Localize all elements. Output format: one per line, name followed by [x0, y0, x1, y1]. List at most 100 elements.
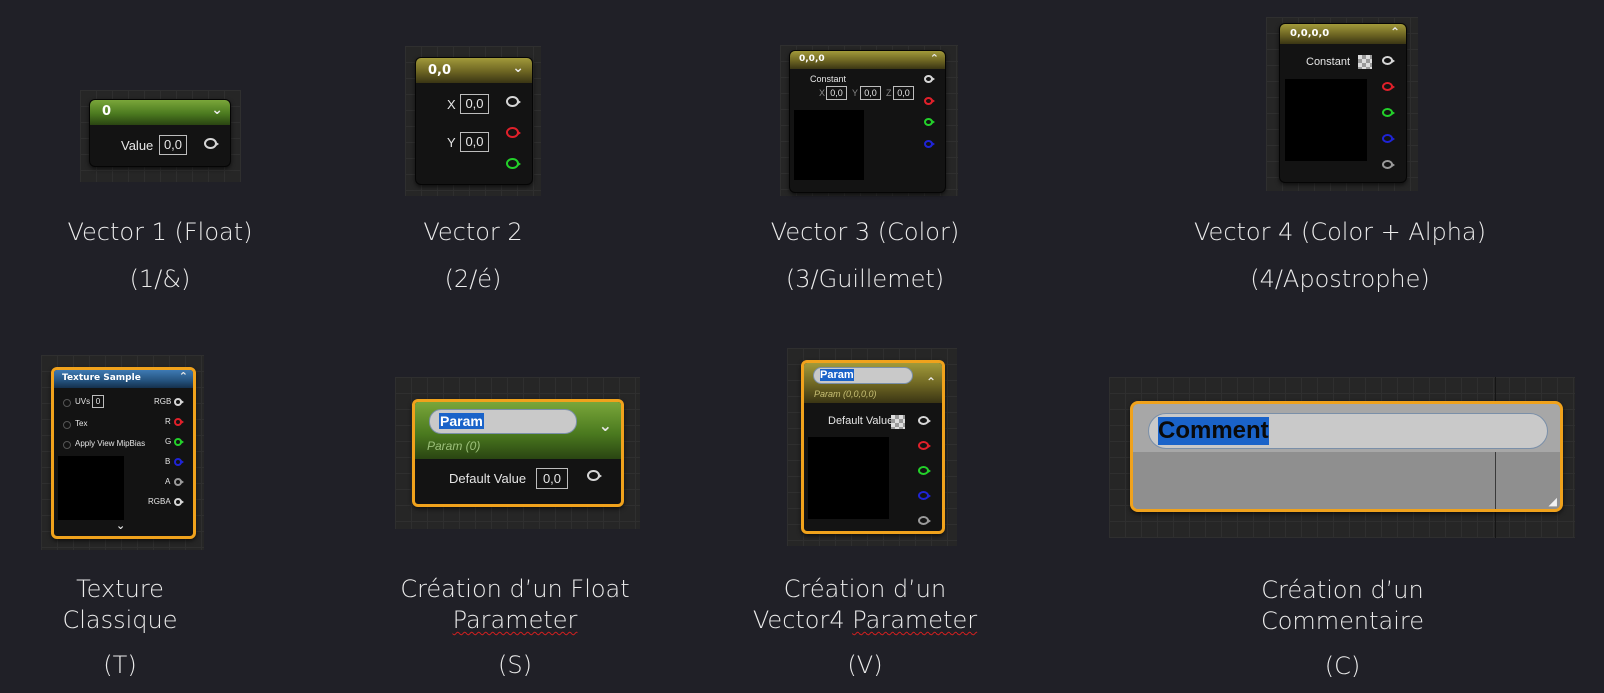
- checker-swatch-icon[interactable]: [891, 415, 905, 429]
- output-label-rgba: RGBA: [148, 497, 171, 506]
- caption-title-line2: Parameter: [452, 606, 578, 634]
- texture-preview: [58, 456, 124, 520]
- chevron-up-icon[interactable]: ⌃: [926, 375, 936, 389]
- resize-grip-icon[interactable]: ◢: [1549, 496, 1557, 507]
- y-input[interactable]: 0,0: [860, 86, 881, 100]
- caption-title: Vector 3 (Color): [770, 218, 960, 246]
- output-pin-r-icon[interactable]: [174, 418, 182, 426]
- output-pin-alpha-icon[interactable]: [918, 516, 929, 525]
- constant-label: Constant: [810, 74, 847, 84]
- node-title: 0: [102, 104, 112, 119]
- y-label: Y: [447, 135, 456, 150]
- texture-sample-node[interactable]: Texture Sample ⌃ UVs 0 Tex Apply View Mi…: [51, 367, 196, 539]
- output-pin-g-icon[interactable]: [174, 438, 182, 446]
- output-pin-green-icon[interactable]: [1382, 108, 1393, 117]
- input-pin-tex[interactable]: [63, 421, 71, 429]
- x-input[interactable]: 0,0: [826, 86, 847, 100]
- output-pin-green-icon[interactable]: [506, 158, 519, 169]
- default-value-input[interactable]: 0,0: [536, 468, 568, 489]
- caption-texture: Texture Classique (T): [20, 574, 220, 681]
- float-parameter-node[interactable]: Param Param (0) ⌄ Default Value 0,0: [412, 399, 624, 507]
- output-pin-rgba-icon[interactable]: [174, 498, 182, 506]
- output-pin-a-icon[interactable]: [174, 478, 182, 486]
- node-title: Texture Sample: [62, 373, 141, 383]
- node-header[interactable]: 0,0,0 ⌃: [790, 51, 945, 69]
- chevron-down-icon[interactable]: ⌄: [512, 60, 524, 76]
- param-subtitle: Param (0,0,0,0): [814, 389, 877, 399]
- caption-title-line2-prefix: Vector4: [752, 606, 853, 634]
- vector2-node-screenshot: 0,0 ⌄ X 0,0 Y 0,0: [405, 46, 541, 196]
- comment-title-input[interactable]: Comment: [1148, 413, 1548, 449]
- node-header[interactable]: 0,0 ⌄: [416, 58, 532, 83]
- default-value-label: Default Value: [449, 471, 527, 486]
- output-pin-icon[interactable]: [918, 416, 929, 425]
- z-label: Z: [886, 88, 892, 98]
- vector3-node-screenshot: 0,0,0 ⌃ Constant X 0,0 Y 0,0 Z 0,0: [780, 45, 958, 196]
- z-input[interactable]: 0,0: [893, 86, 914, 100]
- value-input[interactable]: 0,0: [159, 135, 187, 155]
- input-pin-uvs[interactable]: [63, 399, 71, 407]
- caption-float-param: Création d’un Float Parameter (S): [385, 574, 645, 681]
- node-header[interactable]: 0,0,0,0 ⌃: [1280, 24, 1406, 44]
- output-pin-icon[interactable]: [204, 138, 217, 149]
- node-title: 0,0,0,0: [1290, 28, 1330, 39]
- x-input[interactable]: 0,0: [460, 94, 489, 114]
- uvs-input[interactable]: 0: [92, 395, 104, 408]
- chevron-up-icon[interactable]: ⌃: [1390, 25, 1400, 39]
- output-pin-rgb-icon[interactable]: [174, 398, 182, 406]
- output-pin-red-icon[interactable]: [1382, 82, 1393, 91]
- output-pin-icon[interactable]: [924, 75, 933, 83]
- output-pin-blue-icon[interactable]: [924, 140, 933, 148]
- chevron-down-icon[interactable]: ⌄: [116, 519, 125, 532]
- input-pin-mipbias[interactable]: [63, 441, 71, 449]
- output-pin-alpha-icon[interactable]: [1382, 160, 1393, 169]
- vector1-node[interactable]: 0 ⌄ Value 0,0: [89, 99, 231, 167]
- node-header[interactable]: Param Param (0) ⌄: [415, 402, 621, 459]
- y-label: Y: [852, 88, 859, 98]
- caption-title: Vector 1 (Float): [67, 218, 253, 246]
- chevron-down-icon[interactable]: ⌄: [211, 102, 223, 118]
- checker-swatch-icon[interactable]: [1358, 55, 1372, 69]
- output-pin-blue-icon[interactable]: [1382, 134, 1393, 143]
- param-subtitle: Param (0): [427, 439, 481, 453]
- caption-title-line1: Texture: [76, 575, 164, 603]
- x-label: X: [447, 97, 456, 112]
- output-pin-blue-icon[interactable]: [918, 491, 929, 500]
- vector3-node[interactable]: 0,0,0 ⌃ Constant X 0,0 Y 0,0 Z 0,0: [789, 50, 946, 193]
- caption-title-line2: Classique: [62, 606, 178, 634]
- chevron-down-icon[interactable]: ⌄: [599, 416, 612, 435]
- constant-label: Constant: [1306, 56, 1351, 68]
- caption-shortcut: (4/Apostrophe): [1250, 265, 1430, 293]
- comment-title-text: Comment: [1158, 417, 1269, 445]
- caption-title-line1: Création d’un: [783, 575, 947, 603]
- comment-screenshot: Comment ◢: [1109, 377, 1575, 538]
- output-pin-icon[interactable]: [587, 470, 600, 481]
- output-pin-b-icon[interactable]: [174, 458, 182, 466]
- value-label: Value: [121, 138, 154, 153]
- output-pin-icon[interactable]: [1382, 56, 1393, 65]
- vector4-parameter-node[interactable]: Param Param (0,0,0,0) ⌃ Default Value: [801, 360, 945, 534]
- vector4-node[interactable]: 0,0,0,0 ⌃ Constant: [1279, 23, 1407, 183]
- caption-title-line2: Commentaire: [1260, 607, 1425, 635]
- param-name-text: Param: [820, 369, 854, 381]
- chevron-up-icon[interactable]: ⌃: [930, 52, 939, 65]
- y-input[interactable]: 0,0: [460, 132, 489, 152]
- node-header[interactable]: Param Param (0,0,0,0) ⌃: [804, 363, 942, 403]
- comment-box[interactable]: Comment ◢: [1130, 401, 1563, 512]
- output-pin-green-icon[interactable]: [924, 118, 933, 126]
- param-name-input[interactable]: Param: [813, 367, 913, 384]
- output-pin-icon[interactable]: [506, 96, 519, 107]
- param-name-input[interactable]: Param: [429, 409, 577, 434]
- input-label-tex: Tex: [75, 419, 88, 428]
- output-label-rgb: RGB: [154, 397, 172, 406]
- chevron-up-icon[interactable]: ⌃: [179, 370, 188, 383]
- output-pin-red-icon[interactable]: [918, 441, 929, 450]
- node-header[interactable]: 0 ⌄: [90, 100, 230, 125]
- output-pin-green-icon[interactable]: [918, 466, 929, 475]
- caption-title: Vector 2: [423, 218, 523, 246]
- output-label-g: G: [165, 437, 172, 446]
- output-pin-red-icon[interactable]: [506, 127, 519, 138]
- output-pin-red-icon[interactable]: [924, 97, 933, 105]
- node-header[interactable]: Texture Sample ⌃: [54, 370, 193, 388]
- vector2-node[interactable]: 0,0 ⌄ X 0,0 Y 0,0: [415, 57, 533, 185]
